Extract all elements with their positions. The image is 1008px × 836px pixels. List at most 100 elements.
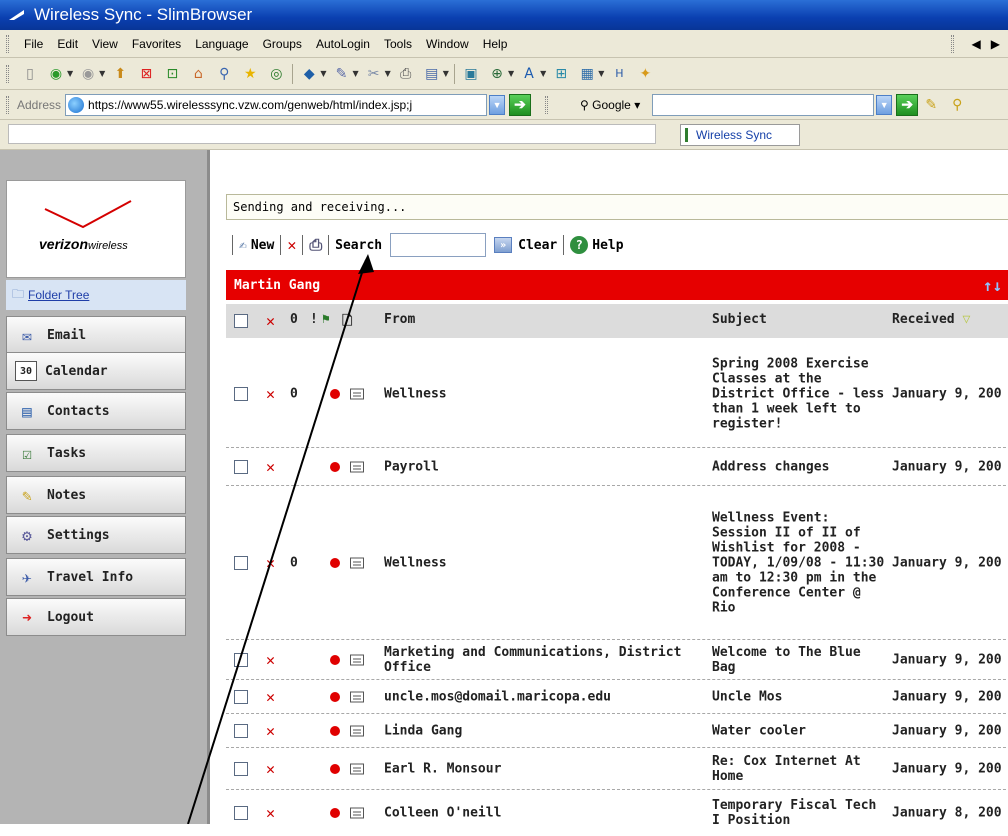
- next-window-icon[interactable]: ▶: [991, 37, 1000, 51]
- menu-language[interactable]: Language: [188, 37, 255, 51]
- toolbar-grip[interactable]: [6, 34, 9, 53]
- folder-tree-link[interactable]: 🗀 Folder Tree: [6, 280, 186, 310]
- delete-icon[interactable]: ✕: [287, 236, 296, 254]
- font-dropdown-icon[interactable]: ▼: [540, 69, 546, 78]
- menu-edit[interactable]: Edit: [50, 37, 85, 51]
- row-checkbox[interactable]: [234, 761, 248, 776]
- help-button[interactable]: ? Help: [570, 236, 624, 254]
- tools-icon[interactable]: ✂: [363, 63, 385, 85]
- web-search-input[interactable]: [652, 93, 875, 116]
- toolbar-grip[interactable]: [950, 34, 954, 53]
- nav-calendar[interactable]: 30 Calendar: [6, 352, 186, 390]
- menu-window[interactable]: Window: [419, 37, 476, 51]
- forward-dropdown-icon[interactable]: ▼: [99, 69, 105, 78]
- delete-icon[interactable]: ✕: [266, 688, 275, 706]
- menu-view[interactable]: View: [85, 37, 125, 51]
- search-icon[interactable]: ⚲: [213, 63, 235, 85]
- message-row[interactable]: ✕ uncle.mos@domail.maricopa.edu Uncle Mo…: [226, 680, 1008, 714]
- prev-window-icon[interactable]: ◀: [972, 37, 981, 51]
- font-icon[interactable]: A: [518, 63, 540, 85]
- zoom-icon[interactable]: ⊕: [486, 63, 508, 85]
- page-icon[interactable]: ▤: [421, 63, 443, 85]
- menu-favorites[interactable]: Favorites: [125, 37, 188, 51]
- zoom-dropdown-icon[interactable]: ▼: [508, 69, 514, 78]
- mail-search-input[interactable]: [390, 233, 487, 257]
- print-icon[interactable]: ⎙: [309, 235, 322, 255]
- new-button[interactable]: ✍ New: [239, 238, 274, 253]
- delete-icon[interactable]: ✕: [266, 651, 275, 669]
- go-arrow-icon[interactable]: ➔: [509, 93, 532, 116]
- message-row[interactable]: ✕ 0 Wellness Spring 2008 Exercise Classe…: [226, 340, 1008, 448]
- web-search-go-icon[interactable]: ➔: [896, 93, 919, 116]
- window-icon[interactable]: ▣: [460, 63, 482, 85]
- toolbar-grip[interactable]: [545, 95, 549, 114]
- menu-tools[interactable]: Tools: [377, 37, 419, 51]
- row-checkbox[interactable]: [234, 459, 248, 474]
- menu-file[interactable]: File: [17, 37, 50, 51]
- tools-dropdown-icon[interactable]: ▼: [385, 69, 391, 78]
- received-column-header[interactable]: Received ▽: [892, 312, 970, 327]
- nav-travel-info[interactable]: ✈ Travel Info: [6, 558, 186, 596]
- message-row[interactable]: ✕ Marketing and Communications, District…: [226, 640, 1008, 680]
- web-search-dropdown-icon[interactable]: ▼: [876, 94, 893, 115]
- new-page-icon[interactable]: ▯: [19, 63, 41, 85]
- page-dropdown-icon[interactable]: ▼: [443, 69, 449, 78]
- message-row[interactable]: ✕ Linda Gang Water cooler January 9, 200: [226, 714, 1008, 748]
- groups-icon[interactable]: ◆: [298, 63, 320, 85]
- row-checkbox[interactable]: [234, 555, 248, 570]
- address-dropdown-icon[interactable]: ▼: [489, 94, 506, 115]
- delete-icon[interactable]: ✕: [266, 760, 275, 778]
- favorites-icon[interactable]: ★: [239, 63, 261, 85]
- message-row[interactable]: ✕ Colleen O'neill Temporary Fiscal Tech …: [226, 790, 1008, 836]
- sort-arrows-icon[interactable]: ↑↓: [983, 276, 1002, 295]
- print-icon[interactable]: ⎙: [395, 63, 417, 85]
- toolbar-grip[interactable]: [6, 64, 9, 83]
- row-checkbox[interactable]: [234, 689, 248, 704]
- back-dropdown-icon[interactable]: ▼: [67, 69, 73, 78]
- message-row[interactable]: ✕ Payroll Address changes January 9, 200: [226, 448, 1008, 486]
- autofill-dropdown-icon[interactable]: ▼: [352, 69, 358, 78]
- popup-dropdown-icon[interactable]: ▼: [598, 69, 604, 78]
- search-go-icon[interactable]: »: [494, 237, 513, 253]
- row-checkbox[interactable]: [234, 723, 248, 738]
- back-icon[interactable]: ◉: [45, 63, 67, 85]
- subject-column-header[interactable]: Subject: [712, 312, 767, 327]
- delete-icon[interactable]: ✕: [266, 804, 275, 822]
- clear-button[interactable]: Clear: [518, 238, 557, 253]
- forward-icon[interactable]: ◉: [77, 63, 99, 85]
- home-icon[interactable]: ⌂: [187, 63, 209, 85]
- nav-tasks[interactable]: ☑ Tasks: [6, 434, 186, 472]
- groups-dropdown-icon[interactable]: ▼: [320, 69, 326, 78]
- nav-logout[interactable]: ➜ Logout: [6, 598, 186, 636]
- row-checkbox[interactable]: [234, 386, 248, 401]
- history-icon[interactable]: ◎: [265, 63, 287, 85]
- row-checkbox[interactable]: [234, 652, 248, 667]
- row-checkbox[interactable]: [234, 806, 248, 820]
- delete-icon[interactable]: ✕: [266, 458, 275, 476]
- from-column-header[interactable]: From: [384, 312, 415, 327]
- message-row[interactable]: ✕ 0 Wellness Wellness Event: Session II …: [226, 486, 1008, 640]
- nav-notes[interactable]: ✎ Notes: [6, 476, 186, 514]
- menu-autologin[interactable]: AutoLogin: [309, 37, 377, 51]
- fullscreen-icon[interactable]: ⊞: [550, 63, 572, 85]
- tab-wireless-sync[interactable]: Wireless Sync: [680, 124, 800, 146]
- delete-icon[interactable]: ✕: [266, 722, 275, 740]
- nav-contacts[interactable]: ▤ Contacts: [6, 392, 186, 430]
- nav-email[interactable]: ✉ Email: [6, 316, 186, 354]
- menu-help[interactable]: Help: [476, 37, 515, 51]
- autofill-icon[interactable]: ✎: [330, 63, 352, 85]
- html-icon[interactable]: H: [608, 63, 630, 85]
- delete-icon[interactable]: ✕: [266, 554, 275, 572]
- refresh-icon[interactable]: ⊡: [161, 63, 183, 85]
- find-icon[interactable]: ⚲: [946, 94, 968, 116]
- toolbar-grip[interactable]: [6, 95, 9, 114]
- highlight-icon[interactable]: ✎: [920, 94, 942, 116]
- nav-settings[interactable]: ⚙ Settings: [6, 516, 186, 554]
- select-all-checkbox[interactable]: [234, 314, 248, 328]
- message-row[interactable]: ✕ Earl R. Monsour Re: Cox Internet At Ho…: [226, 748, 1008, 790]
- address-input[interactable]: https://www55.wirelesssync.vzw.com/genwe…: [65, 93, 488, 116]
- stop-icon[interactable]: ⊠: [135, 63, 157, 85]
- search-engine-selector[interactable]: ⚲ Google ▾: [580, 98, 640, 112]
- up-icon[interactable]: ⬆: [109, 63, 131, 85]
- popup-icon[interactable]: ▦: [576, 63, 598, 85]
